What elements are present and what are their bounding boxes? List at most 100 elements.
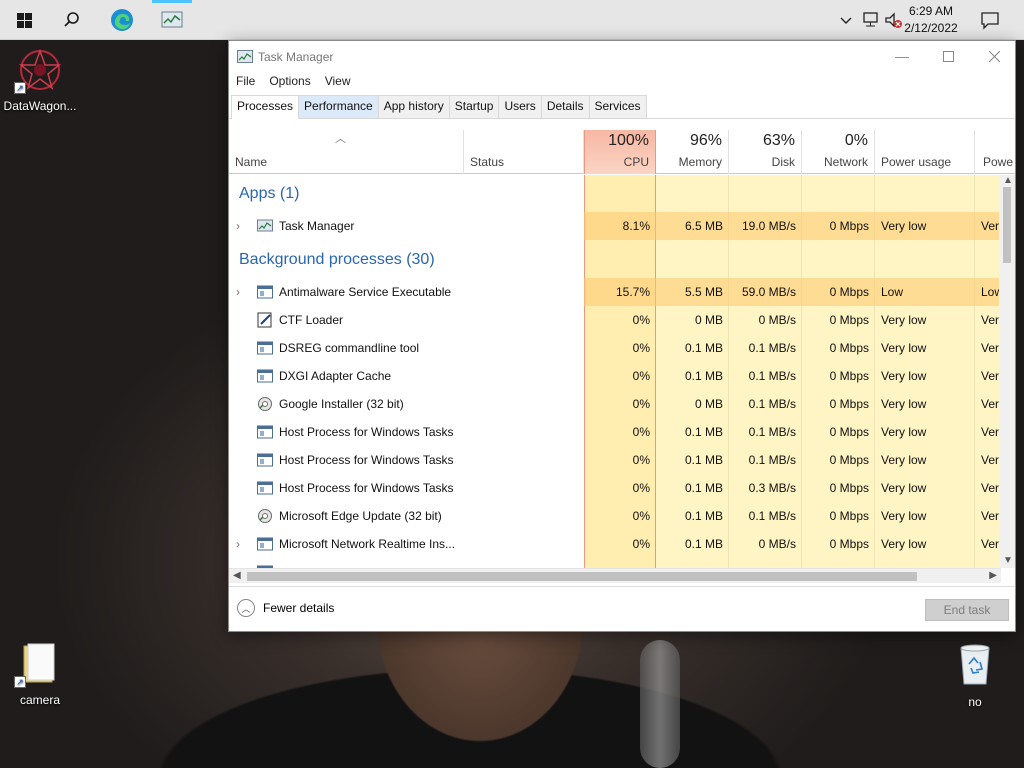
scroll-right-icon[interactable]: ▶	[989, 570, 997, 581]
process-row[interactable]: Google Installer (32 bit) 0% 0 MB 0.1 MB/s 0…	[229, 390, 1001, 418]
process-disk: 0.1 MB/s	[748, 369, 796, 383]
desktop-icon-datawagon[interactable]: ↗ DataWagon...	[0, 48, 80, 113]
process-name: Microsoft Edge Update (32 bit)	[279, 509, 442, 523]
process-icon	[257, 425, 273, 439]
vertical-scroll-thumb[interactable]	[1003, 187, 1011, 263]
process-power-trend: Low	[975, 278, 1001, 306]
process-cpu: 0%	[632, 509, 650, 523]
tab-startup[interactable]: Startup	[448, 95, 500, 118]
process-power-trend: Ver	[981, 481, 1000, 495]
process-row[interactable]: › Antimalware Service Executable 15.7% 5.5 …	[229, 278, 1001, 306]
taskbar-clock[interactable]: 6:29 AM 2/12/2022	[896, 3, 966, 37]
column-disk[interactable]: 63% Disk	[729, 130, 802, 174]
expand-chevron-icon[interactable]: ›	[236, 530, 240, 558]
close-button[interactable]	[971, 41, 1015, 71]
process-row[interactable]: CTF Loader 0% 0 MB 0 MB/s 0 Mbps Very low Ver	[229, 306, 1001, 334]
column-network[interactable]: 0% Network	[802, 130, 875, 174]
horizontal-scroll-thumb[interactable]	[247, 572, 917, 581]
desktop-icon-label: camera	[19, 693, 60, 707]
process-row[interactable]: DSREG commandline tool 0% 0.1 MB 0.1 MB/s 0 …	[229, 334, 1001, 362]
process-icon	[257, 453, 273, 467]
process-name: Google Installer (32 bit)	[279, 397, 404, 411]
minimize-button[interactable]: —	[879, 41, 925, 71]
expand-chevron-icon[interactable]: ›	[236, 212, 240, 240]
fewer-details-button[interactable]: ︿ Fewer details	[237, 599, 334, 617]
end-task-button[interactable]: End task	[925, 599, 1009, 621]
menu-options[interactable]: Options	[262, 73, 317, 93]
scroll-left-icon[interactable]: ◀	[233, 570, 241, 581]
title-bar[interactable]: Task Manager —	[229, 41, 1015, 73]
notification-icon	[981, 12, 999, 30]
edge-taskbar-button[interactable]	[98, 0, 146, 40]
expand-chevron-icon[interactable]: ›	[236, 278, 240, 306]
process-row[interactable]: DXGI Adapter Cache 0% 0.1 MB 0.1 MB/s 0 Mbps…	[229, 362, 1001, 390]
process-power-trend: Ver	[981, 341, 1000, 355]
task-manager-icon	[161, 11, 183, 28]
menu-view[interactable]: View	[318, 73, 358, 93]
process-network: 0 Mbps	[829, 313, 869, 327]
start-button[interactable]	[0, 0, 48, 40]
process-power-usage: Very low	[881, 397, 927, 411]
chevron-up-icon	[840, 17, 852, 24]
cpu-percent: 100%	[608, 132, 649, 149]
tray-chevron[interactable]	[838, 10, 854, 30]
process-row[interactable]: Host Process for Windows Tasks 0% 0.1 MB 0.…	[229, 446, 1001, 474]
desktop-icon-camera[interactable]: ↗ camera	[0, 642, 80, 707]
tab-app-history[interactable]: App history	[377, 95, 450, 118]
column-memory[interactable]: 96% Memory	[656, 130, 729, 174]
column-disk-label: Disk	[771, 155, 795, 169]
vertical-scrollbar[interactable]: ▲ ▼	[999, 175, 1015, 568]
group-header-apps[interactable]: Apps (1)	[239, 185, 299, 203]
maximize-button[interactable]	[925, 41, 971, 71]
network-tray-button[interactable]	[861, 10, 881, 30]
process-power-usage: Very low	[881, 481, 927, 495]
process-row[interactable]: Host Process for Windows Tasks 0% 0.1 MB 0.…	[229, 474, 1001, 502]
process-row[interactable]: › Task Manager 8.1% 6.5 MB 19.0 MB/s 0 Mbps Ve…	[229, 212, 1001, 240]
active-app-indicator	[152, 0, 192, 3]
process-power-trend: Ver	[981, 453, 1000, 467]
scroll-down-icon[interactable]: ▼	[1003, 555, 1013, 566]
tab-users[interactable]: Users	[498, 95, 542, 118]
search-icon	[64, 12, 79, 27]
tab-strip: Processes Performance App history Startu…	[229, 95, 1015, 119]
process-network: 0 Mbps	[829, 481, 869, 495]
column-name[interactable]: Name	[229, 130, 463, 174]
group-header-background[interactable]: Background processes (30)	[239, 251, 435, 269]
column-network-label: Network	[823, 155, 868, 169]
process-row[interactable]: Microsoft Edge Update (32 bit) 0% 0.1 MB 0.…	[229, 502, 1001, 530]
process-power-usage: Low	[875, 278, 975, 306]
process-row[interactable]: › Microsoft Network Realtime Ins... 0% 0.1 …	[229, 530, 1001, 558]
menu-file[interactable]: File	[229, 73, 262, 93]
process-cpu: 0%	[632, 537, 650, 551]
process-memory: 0 MB	[694, 313, 723, 327]
tab-performance[interactable]: Performance	[298, 95, 379, 118]
tab-details[interactable]: Details	[540, 95, 590, 118]
process-disk: 19.0 MB/s	[729, 212, 802, 240]
column-status-label: Status	[470, 155, 505, 169]
process-network: 0 Mbps	[829, 537, 869, 551]
scroll-up-icon[interactable]: ▲	[1003, 175, 1013, 186]
process-disk: 59.0 MB/s	[729, 278, 802, 306]
tab-services[interactable]: Services	[588, 95, 647, 118]
process-disk: 0.1 MB/s	[748, 397, 796, 411]
recycle-bin-icon	[960, 644, 990, 685]
task-manager-icon	[237, 50, 253, 63]
task-manager-taskbar-button[interactable]	[148, 0, 196, 40]
search-button[interactable]	[48, 0, 96, 40]
column-power-usage[interactable]: Power usage	[875, 130, 975, 174]
process-row[interactable]: Host Process for Windows Tasks 0% 0.1 MB 0.…	[229, 418, 1001, 446]
column-cpu[interactable]: 100% CPU	[584, 130, 656, 174]
notifications-button[interactable]	[980, 10, 1000, 30]
desktop-icon-recycle-bin[interactable]: no	[935, 642, 1015, 709]
column-power-trend[interactable]: Powe	[975, 130, 1015, 174]
column-status[interactable]: Status	[463, 130, 584, 174]
task-manager-icon	[257, 219, 273, 232]
process-cpu: 0%	[632, 313, 650, 327]
tab-processes[interactable]: Processes	[231, 95, 300, 119]
wallpaper-collar	[640, 640, 680, 768]
edge-icon	[111, 9, 133, 31]
horizontal-scrollbar[interactable]: ◀ ▶	[229, 568, 1001, 583]
process-disk: 0.1 MB/s	[748, 341, 796, 355]
network-percent: 0%	[844, 132, 868, 149]
process-network: 0 Mbps	[829, 341, 869, 355]
